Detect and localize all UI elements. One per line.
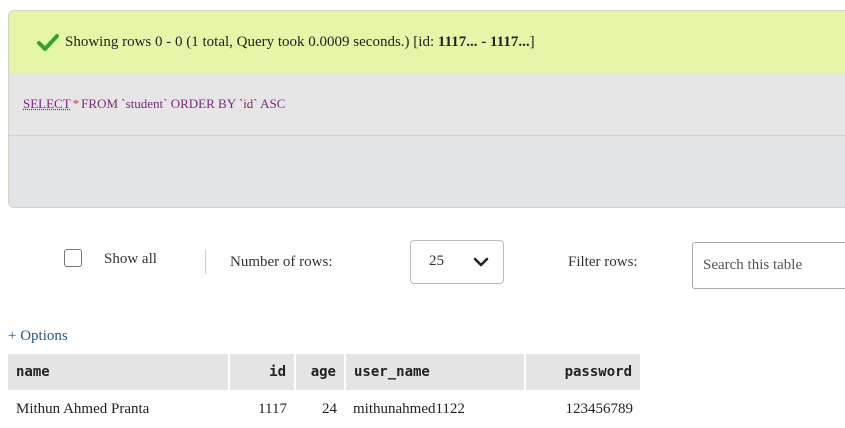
cell-name[interactable]: Mithun Ahmed Pranta (8, 390, 229, 428)
cell-id[interactable]: 1117 (229, 390, 295, 428)
success-text: Showing rows 0 - 0 (1 total, Query took … (65, 33, 535, 50)
table-header-row: name id age user_name password (8, 354, 642, 390)
number-of-rows-value: 25 (429, 253, 444, 269)
cell-user-name[interactable]: mithunahmed1122 (345, 390, 525, 428)
checkmark-icon (37, 34, 59, 51)
options-link[interactable]: + Options (8, 328, 68, 345)
show-all-checkbox[interactable] (64, 249, 82, 267)
cell-password[interactable]: 123456789 (525, 390, 641, 428)
column-header-age[interactable]: age (295, 354, 346, 390)
filter-rows-label: Filter rows: (568, 254, 638, 270)
results-table: name id age user_name password Mithun Ah… (8, 354, 642, 428)
column-header-name[interactable]: name (8, 354, 230, 390)
sql-query-text: FROM `student` ORDER BY `id` ASC (81, 96, 286, 111)
cell-age[interactable]: 24 (295, 390, 345, 428)
id-range: 1117... - 1117... (437, 33, 530, 50)
chevron-down-icon (473, 257, 489, 267)
query-actions-bar (9, 136, 845, 207)
number-of-rows-label: Number of rows: (230, 254, 333, 270)
show-all-label[interactable]: Show all (104, 251, 157, 268)
sql-select-link[interactable]: SELECT (23, 96, 71, 112)
column-header-id[interactable]: id (229, 354, 296, 390)
success-message: Showing rows 0 - 0 (1 total, Query took … (9, 11, 845, 73)
sql-query: SELECT * FROM `student` ORDER BY `id` AS… (9, 73, 845, 136)
table-navigation: Show all Number of rows: 25 Filter rows: (0, 240, 845, 290)
column-header-password[interactable]: password (525, 354, 642, 390)
table-row: Mithun Ahmed Pranta 1117 24 mithunahmed1… (8, 390, 641, 428)
search-input[interactable] (692, 242, 845, 289)
sql-star: * (72, 96, 80, 111)
query-result-panel: Showing rows 0 - 0 (1 total, Query took … (8, 10, 845, 208)
separator (205, 250, 206, 274)
number-of-rows-select[interactable]: 25 (410, 240, 504, 284)
column-header-user-name[interactable]: user_name (345, 354, 526, 390)
